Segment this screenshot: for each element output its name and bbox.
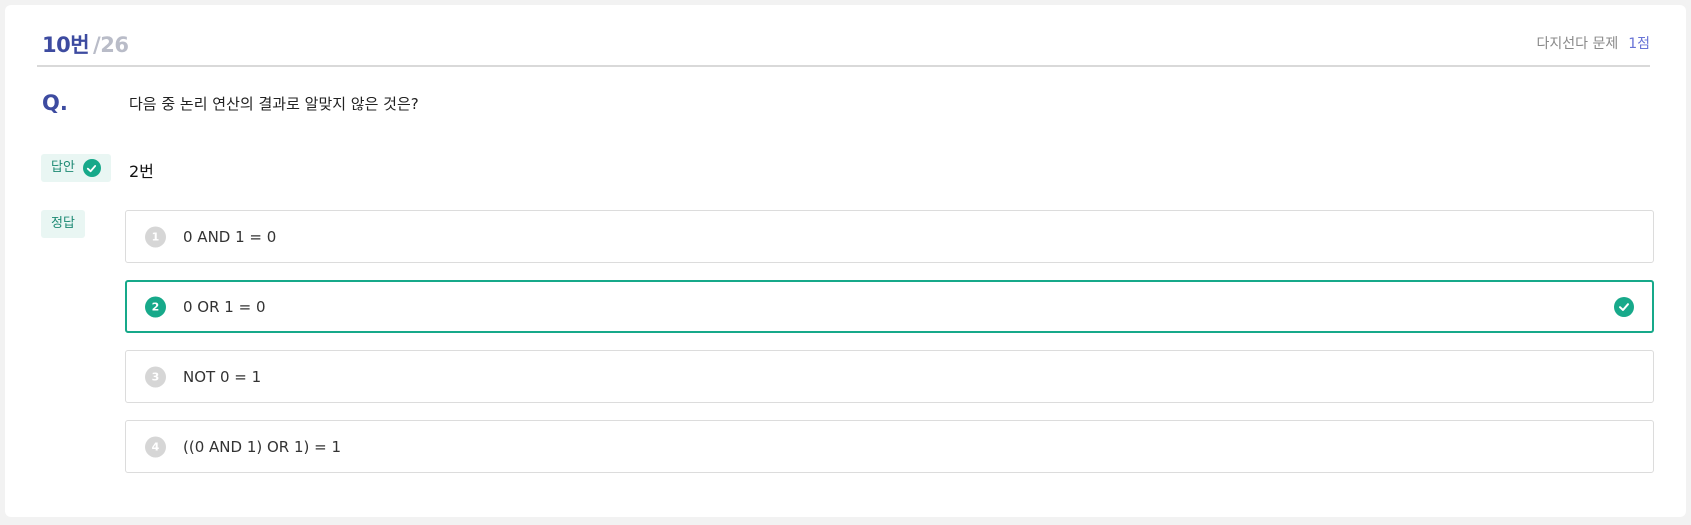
option-2[interactable]: 2 0 OR 1 = 0 bbox=[125, 280, 1654, 333]
option-3[interactable]: 3 NOT 0 = 1 bbox=[125, 350, 1654, 403]
correct-tag-label: 정답 bbox=[51, 216, 75, 231]
question-number: 10번/26 bbox=[42, 29, 129, 59]
option-1[interactable]: 1 0 AND 1 = 0 bbox=[125, 210, 1654, 263]
option-4[interactable]: 4 ((0 AND 1) OR 1) = 1 bbox=[125, 420, 1654, 473]
question-label: Q. bbox=[42, 91, 68, 115]
question-number-current: 10번 bbox=[42, 33, 90, 57]
option-number-badge: 3 bbox=[145, 366, 166, 387]
option-list: 1 0 AND 1 = 0 2 0 OR 1 = 0 3 NOT 0 = 1 4… bbox=[125, 210, 1654, 490]
answer-tag-label: 답안 bbox=[51, 160, 75, 175]
question-number-total: /26 bbox=[93, 33, 129, 57]
option-number-badge: 2 bbox=[145, 296, 166, 317]
answer-tag: 답안 bbox=[41, 154, 111, 182]
option-number-badge: 1 bbox=[145, 226, 166, 247]
check-circle-icon bbox=[82, 159, 101, 177]
option-text: 0 OR 1 = 0 bbox=[183, 297, 266, 316]
answer-value: 2번 bbox=[129, 162, 154, 181]
question-type: 다지선다 문제 bbox=[1536, 36, 1619, 52]
question-points: 1점 bbox=[1628, 36, 1650, 52]
option-text: ((0 AND 1) OR 1) = 1 bbox=[183, 437, 342, 456]
check-circle-icon bbox=[1614, 296, 1634, 317]
question-card: 10번/26 다지선다 문제 1점 Q. 다음 중 논리 연산의 결과로 알맞지 … bbox=[5, 5, 1686, 517]
question-text: 다음 중 논리 연산의 결과로 알맞지 않은 것은? bbox=[129, 95, 419, 113]
option-text: 0 AND 1 = 0 bbox=[183, 227, 277, 246]
question-meta: 다지선다 문제 1점 bbox=[1536, 33, 1650, 53]
option-number-badge: 4 bbox=[145, 436, 166, 457]
question-header: 10번/26 다지선다 문제 1점 bbox=[37, 5, 1650, 67]
option-text: NOT 0 = 1 bbox=[183, 367, 262, 386]
correct-tag: 정답 bbox=[41, 210, 85, 238]
